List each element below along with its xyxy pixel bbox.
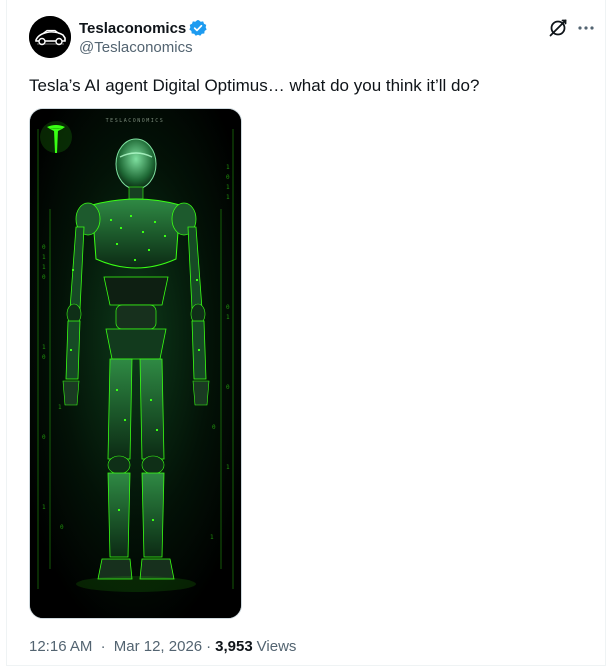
svg-text:0: 0 (226, 174, 230, 181)
author-name-row: Teslaconomics (79, 19, 207, 37)
author-handle[interactable]: @Teslaconomics (79, 39, 193, 56)
svg-text:1: 1 (210, 534, 214, 541)
author-display-name[interactable]: Teslaconomics (79, 20, 186, 37)
svg-text:0: 0 (60, 524, 64, 531)
avatar[interactable] (29, 16, 71, 58)
optimus-robot-image: 0 1 1 0 1 0 0 1 1 0 1 1 0 1 0 1 0 1 1 0 TESLACONOMICS (30, 109, 241, 618)
views-label: Views (256, 638, 297, 655)
meta-separator: · (206, 638, 212, 655)
views-count: 3,953 (215, 638, 253, 655)
svg-text:1: 1 (226, 194, 230, 201)
svg-text:0: 0 (42, 354, 46, 361)
meta-separator: · (100, 638, 106, 655)
tweet-time[interactable]: 12:16 AM · Mar 12, 2026 (29, 638, 202, 655)
svg-text:0: 0 (212, 424, 216, 431)
svg-text:0: 0 (226, 384, 230, 391)
svg-text:TESLACONOMICS: TESLACONOMICS (106, 118, 165, 124)
tesla-logo-icon (40, 121, 72, 153)
svg-text:1: 1 (42, 264, 46, 271)
svg-text:1: 1 (226, 184, 230, 191)
tweet-text: Tesla’s AI agent Digital Optimus… what d… (29, 76, 480, 95)
verified-badge-icon (189, 19, 207, 37)
svg-text:0: 0 (226, 304, 230, 311)
svg-text:1: 1 (42, 504, 46, 511)
car-logo-icon (29, 16, 71, 58)
svg-text:1: 1 (226, 464, 230, 471)
svg-text:1: 1 (42, 344, 46, 351)
svg-text:0: 0 (42, 274, 46, 281)
tweet-timestamp: 12:16 AM (29, 638, 93, 655)
svg-text:1: 1 (58, 404, 62, 411)
grok-icon[interactable] (548, 18, 568, 38)
tweet-media-image[interactable]: 0 1 1 0 1 0 0 1 1 0 1 1 0 1 0 1 0 1 1 0 TESLACONOMICS (29, 108, 242, 619)
tweet-date: Mar 12, 2026 (113, 638, 203, 655)
tweet-meta: 12:16 AM · Mar 12, 2026 · 3,953 Views (29, 638, 296, 655)
svg-text:1: 1 (226, 164, 230, 171)
svg-text:1: 1 (226, 314, 230, 321)
tweet-card: Teslaconomics @Teslaconomics Tesla’s AI … (6, 0, 606, 666)
more-icon[interactable] (576, 18, 596, 38)
svg-text:0: 0 (42, 244, 46, 251)
svg-text:0: 0 (42, 434, 46, 441)
svg-text:1: 1 (42, 254, 46, 261)
